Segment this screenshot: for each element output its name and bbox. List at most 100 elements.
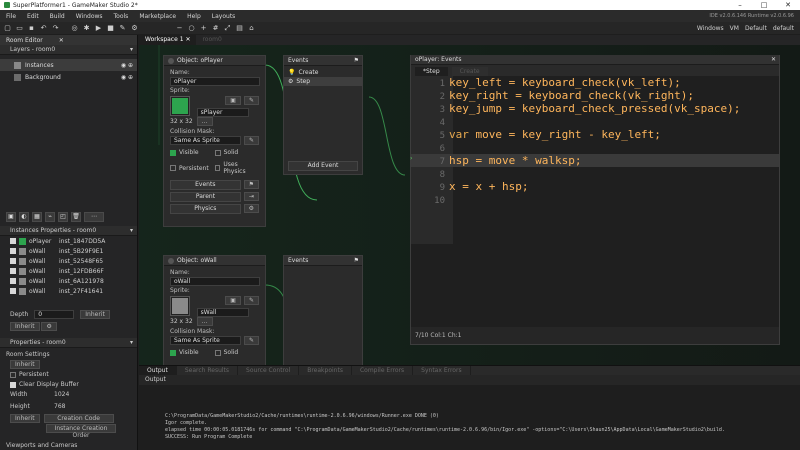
code-line[interactable]: 6: [411, 141, 779, 154]
redo-icon[interactable]: ↷: [51, 24, 60, 33]
collision-mask-select[interactable]: Same As Sprite: [170, 336, 241, 345]
grid-icon[interactable]: #: [211, 24, 220, 33]
instance-checkbox[interactable]: [10, 248, 16, 254]
persistent-row[interactable]: Persistent: [6, 370, 131, 380]
name-input[interactable]: oPlayer: [170, 77, 260, 86]
sprite-preview[interactable]: [170, 96, 190, 116]
code-editor-header[interactable]: oPlayer: Events ✕: [411, 55, 779, 65]
visible-checkbox[interactable]: [170, 349, 176, 356]
code-line[interactable]: 10: [411, 193, 779, 206]
code-line[interactable]: 8: [411, 167, 779, 180]
target-config[interactable]: Default: [745, 25, 767, 32]
clean-icon[interactable]: ✎: [118, 24, 127, 33]
name-input[interactable]: oWall: [170, 277, 260, 286]
code-area[interactable]: 1 key_left = keyboard_check(vk_left); 2 key…: [411, 76, 779, 256]
sprite-select[interactable]: sWall: [196, 308, 249, 317]
bookmark-icon[interactable]: ⌂: [247, 24, 256, 33]
tab-create[interactable]: Create: [451, 67, 488, 76]
mask-edit-icon[interactable]: ✎: [243, 336, 259, 345]
instance-row[interactable]: oPlayer inst_1847DD5A: [0, 236, 137, 246]
menu-windows[interactable]: Windows: [76, 13, 103, 20]
edit-sprite-icon[interactable]: ✎: [243, 96, 259, 105]
events-header[interactable]: Events ⚑: [284, 256, 362, 266]
target-type[interactable]: VM: [730, 25, 739, 32]
inherit-button[interactable]: Inherit: [80, 310, 110, 319]
instance-row[interactable]: oWall inst_27F41641: [0, 286, 137, 296]
target-selector[interactable]: Windows VM Default default: [697, 25, 794, 32]
collision-mask-select[interactable]: Same As Sprite: [170, 136, 241, 145]
fit-icon[interactable]: ⤢: [223, 24, 232, 33]
viewports-section[interactable]: Viewports and Cameras: [6, 441, 131, 450]
instance-row[interactable]: oWall inst_52548F65: [0, 256, 137, 266]
collapse-icon[interactable]: ▾: [130, 46, 133, 53]
output-tab[interactable]: Syntax Errors: [413, 366, 471, 375]
minimize-button[interactable]: –: [728, 1, 752, 9]
persistent-checkbox[interactable]: [170, 165, 176, 171]
zoom-reset-icon[interactable]: ○: [187, 24, 196, 33]
code-line[interactable]: 7 hsp = move * walksp;: [411, 154, 779, 167]
add-background-layer-icon[interactable]: ◐: [19, 212, 29, 222]
code-line[interactable]: 3 key_jump = keyboard_check_pressed(vk_sp…: [411, 102, 779, 115]
delete-layer-icon[interactable]: 🗑: [71, 212, 81, 222]
instance-checkbox[interactable]: [10, 268, 16, 274]
output-tab[interactable]: Output: [139, 366, 177, 375]
play-icon[interactable]: ▶: [94, 24, 103, 33]
visible-checkbox[interactable]: [170, 149, 176, 156]
instance-row[interactable]: oWall inst_12FDB66F: [0, 266, 137, 276]
target-device[interactable]: default: [773, 25, 794, 32]
add-asset-layer-icon[interactable]: ◰: [58, 212, 68, 222]
instance-checkbox[interactable]: [10, 288, 16, 294]
code-inherit-button[interactable]: Inherit: [10, 414, 40, 423]
layer-instances[interactable]: Instances ◉ ⊕: [0, 59, 137, 71]
code-line[interactable]: 4: [411, 115, 779, 128]
visibility-eye-icon[interactable]: ◉ ⊕: [121, 62, 133, 69]
target-icon[interactable]: ◎: [70, 24, 79, 33]
add-tile-layer-icon[interactable]: ▦: [32, 212, 42, 222]
add-event-button[interactable]: Add Event: [288, 161, 358, 171]
undo-icon[interactable]: ↶: [39, 24, 48, 33]
menu-marketplace[interactable]: Marketplace: [139, 13, 176, 20]
collapse-icon[interactable]: ▾: [130, 227, 133, 234]
close-button[interactable]: ✕: [776, 1, 800, 9]
menu-layouts[interactable]: Layouts: [212, 13, 236, 20]
instance-row[interactable]: oWall inst_6A121978: [0, 276, 137, 286]
output-tab[interactable]: Compile Errors: [352, 366, 414, 375]
physics-toggle[interactable]: Uses Physics: [214, 161, 259, 175]
inherit-layer-button[interactable]: Inherit: [10, 322, 40, 331]
sprite-select[interactable]: sPlayer: [196, 108, 249, 117]
add-path-layer-icon[interactable]: ⌁: [45, 212, 55, 222]
bug-icon[interactable]: ✱: [82, 24, 91, 33]
solid-checkbox[interactable]: [214, 349, 221, 356]
parent-icon[interactable]: ⇥: [243, 192, 259, 201]
visible-toggle[interactable]: Visible: [170, 349, 199, 356]
save-icon[interactable]: ▪: [27, 24, 36, 33]
visibility-eye-icon[interactable]: ◉ ⊕: [121, 74, 133, 81]
close-icon[interactable]: ✕: [771, 56, 776, 63]
tab-step[interactable]: *Step: [415, 67, 448, 76]
height-input[interactable]: 768: [54, 402, 65, 412]
build-icon[interactable]: ⚙: [130, 24, 139, 33]
room-inherit-button[interactable]: Inherit: [10, 360, 40, 369]
instance-checkbox[interactable]: [10, 238, 16, 244]
edit-sprite-icon[interactable]: ✎: [243, 296, 259, 305]
clear-display-checkbox[interactable]: [10, 382, 16, 388]
visible-toggle[interactable]: Visible: [170, 149, 199, 156]
maximize-button[interactable]: □: [752, 1, 776, 9]
open-project-icon[interactable]: ▭: [15, 24, 24, 33]
menu-tools[interactable]: Tools: [114, 13, 129, 20]
layer-background[interactable]: Background ◉ ⊕: [0, 71, 137, 83]
parent-button[interactable]: Parent: [170, 192, 241, 202]
menu-file[interactable]: File: [6, 13, 16, 20]
code-line[interactable]: 1 key_left = keyboard_check(vk_left);: [411, 76, 779, 89]
sprite-menu-button[interactable]: …: [196, 317, 213, 326]
zoom-out-icon[interactable]: −: [175, 24, 184, 33]
output-tab[interactable]: Breakpoints: [299, 366, 352, 375]
depth-input[interactable]: 0: [34, 310, 75, 319]
zoom-in-icon[interactable]: +: [199, 24, 208, 33]
sprite-menu-button[interactable]: …: [196, 117, 213, 126]
expand-arrow-icon[interactable]: ›: [410, 155, 416, 165]
events-header[interactable]: Events ⚑: [284, 56, 362, 66]
menu-help[interactable]: Help: [187, 13, 201, 20]
output-tab[interactable]: Search Results: [177, 366, 239, 375]
events-button[interactable]: Events: [170, 180, 241, 190]
